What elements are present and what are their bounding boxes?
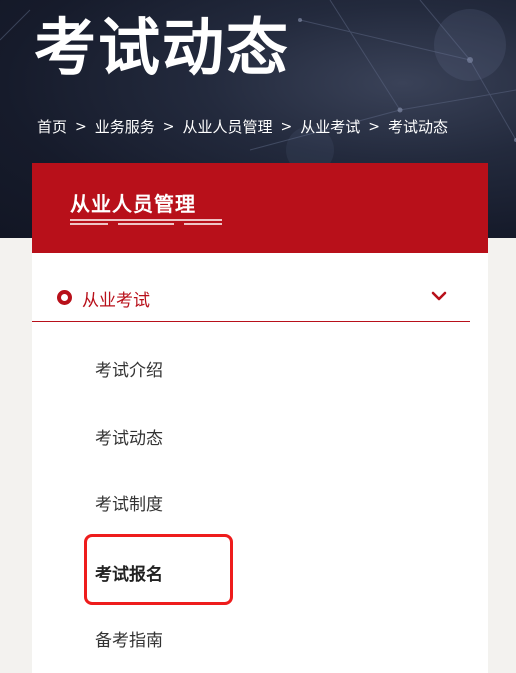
breadcrumb-separator: > bbox=[162, 118, 175, 135]
breadcrumb-separator: > bbox=[280, 118, 293, 135]
breadcrumb: 首页 > 业务服务 > 从业人员管理 > 从业考试 > 考试动态 bbox=[37, 116, 448, 137]
sidebar-header: 从业人员管理 bbox=[32, 163, 488, 253]
breadcrumb-current[interactable]: 考试动态 bbox=[388, 116, 448, 137]
sidebar-category-exam[interactable]: 从业考试 bbox=[32, 253, 470, 322]
highlight-box bbox=[84, 534, 233, 605]
breadcrumb-separator: > bbox=[368, 118, 380, 135]
sidebar-item-exam-guide[interactable]: 备考指南 bbox=[95, 626, 163, 651]
breadcrumb-practitioner-management[interactable]: 从业人员管理 bbox=[183, 116, 273, 137]
sidebar-header-title: 从业人员管理 bbox=[70, 192, 196, 216]
breadcrumb-practitioner-exam[interactable]: 从业考试 bbox=[300, 116, 360, 137]
breadcrumb-separator: > bbox=[75, 118, 87, 135]
bullet-icon bbox=[57, 290, 72, 305]
sidebar-menu: 从业考试 bbox=[32, 253, 488, 673]
sidebar-item-exam-intro[interactable]: 考试介绍 bbox=[95, 356, 163, 381]
breadcrumb-business-services[interactable]: 业务服务 bbox=[95, 116, 155, 137]
page-title: 考试动态 bbox=[34, 11, 291, 84]
sidebar-item-exam-news[interactable]: 考试动态 bbox=[95, 424, 163, 449]
chevron-down-icon[interactable] bbox=[431, 291, 447, 303]
breadcrumb-home[interactable]: 首页 bbox=[37, 116, 67, 137]
title-decorative-underline bbox=[70, 219, 222, 225]
sidebar-item-exam-system[interactable]: 考试制度 bbox=[95, 490, 163, 515]
sidebar-category-label: 从业考试 bbox=[82, 291, 150, 311]
